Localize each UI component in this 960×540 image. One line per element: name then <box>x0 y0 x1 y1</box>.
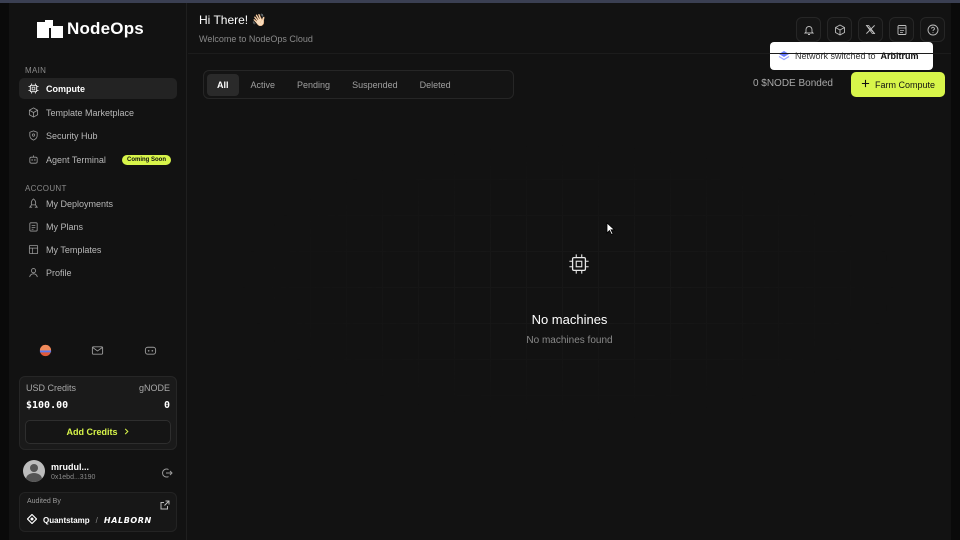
background-grid <box>238 143 898 423</box>
sidebar-item-my-deployments[interactable]: My Deployments <box>19 193 177 214</box>
logo[interactable]: NodeOps <box>37 19 144 39</box>
halborn-brand: HALBORN <box>103 515 152 525</box>
gnode-label: gNODE <box>138 383 170 393</box>
docs-icon[interactable] <box>889 17 914 42</box>
sidebar-item-label: Security Hub <box>46 130 98 141</box>
discord-icon[interactable] <box>144 343 158 357</box>
add-credits-button[interactable]: Add Credits <box>25 420 171 444</box>
sidebar-item-label: Agent Terminal <box>46 154 106 165</box>
page-subtitle: Welcome to NodeOps Cloud <box>199 34 313 44</box>
chip-icon <box>28 83 39 94</box>
tab-pending[interactable]: Pending <box>287 74 340 96</box>
node-bonded-text: 0 $NODE Bonded <box>752 78 833 89</box>
audited-by-label: Audited By <box>27 498 61 505</box>
external-link-icon[interactable] <box>160 497 170 510</box>
logo-mark-icon <box>37 20 63 38</box>
empty-state-subtitle: No machines found <box>526 335 613 346</box>
clipboard-icon <box>28 221 39 232</box>
sidebar-item-compute[interactable]: Compute <box>19 78 177 99</box>
sidebar-item-profile[interactable]: Profile <box>19 262 177 283</box>
main-content: Hi There! 👋🏻 Welcome to NodeOps Cloud Ne… <box>188 3 951 540</box>
page-greeting: Hi There! 👋🏻 <box>199 13 267 27</box>
mouse-cursor-icon <box>606 222 616 236</box>
cube-icon <box>28 107 39 118</box>
main-section-label: MAIN <box>25 66 47 75</box>
sidebar-item-label: My Deployments <box>46 198 114 209</box>
mirror-icon[interactable] <box>38 343 52 357</box>
chevron-right-icon <box>123 427 130 437</box>
account-section-label: ACCOUNT <box>25 184 67 193</box>
sidebar-item-label: Profile <box>46 267 72 278</box>
plus-icon <box>861 79 870 90</box>
shield-icon <box>28 130 39 141</box>
add-credits-label: Add Credits <box>66 427 118 437</box>
sidebar-item-security-hub[interactable]: Security Hub <box>19 125 177 146</box>
network-toast: Network switched to Arbitrum <box>770 42 933 70</box>
coming-soon-badge: Coming Soon <box>122 154 171 165</box>
x-twitter-icon[interactable] <box>858 17 883 42</box>
sidebar-item-label: My Plans <box>46 221 84 232</box>
tab-all[interactable]: All <box>207 73 239 96</box>
sidebar-item-my-plans[interactable]: My Plans <box>19 216 177 237</box>
avatar <box>23 460 45 482</box>
usd-credits-label: USD Credits <box>26 383 77 393</box>
sidebar-item-template-marketplace[interactable]: Template Marketplace <box>19 102 177 123</box>
tab-deleted[interactable]: Deleted <box>410 74 461 96</box>
user-name: mrudul... <box>51 462 89 472</box>
sidebar-item-label: My Templates <box>46 244 102 255</box>
user-icon <box>28 267 39 278</box>
empty-state-title: No machines <box>531 312 608 327</box>
header-divider <box>188 53 951 54</box>
status-tabs: All Active Pending Suspended Deleted <box>203 70 514 99</box>
sidebar-item-agent-terminal[interactable]: Agent Terminal Coming Soon <box>19 149 177 170</box>
farm-compute-label: Farm Compute <box>874 79 936 90</box>
wallet-address: 0x1ebd...3190 <box>51 474 96 481</box>
user-profile[interactable]: mrudul... 0x1ebd...3190 <box>23 460 173 484</box>
social-links <box>9 343 187 357</box>
sidebar-item-label: Compute <box>46 83 85 94</box>
bell-icon[interactable] <box>796 17 821 42</box>
header-actions <box>796 17 945 42</box>
logout-icon[interactable] <box>161 466 173 478</box>
audit-card: Audited By Quantstamp / HALBORN <box>19 492 177 532</box>
app-frame: NodeOps MAIN Compute Template Marketplac… <box>9 3 951 540</box>
usd-credits-value: $100.00 <box>26 400 69 411</box>
rocket-icon <box>28 198 39 209</box>
sidebar-item-label: Template Marketplace <box>46 107 135 118</box>
brand-separator: / <box>95 515 98 525</box>
quantstamp-brand: Quantstamp <box>43 515 90 525</box>
farm-compute-button[interactable]: Farm Compute <box>851 72 945 97</box>
box-icon[interactable] <box>827 17 852 42</box>
tab-suspended[interactable]: Suspended <box>342 74 408 96</box>
arbitrum-icon <box>778 49 790 63</box>
sidebar: NodeOps MAIN Compute Template Marketplac… <box>9 3 187 540</box>
sidebar-item-my-templates[interactable]: My Templates <box>19 239 177 260</box>
quantstamp-logo-icon <box>26 513 38 526</box>
template-icon <box>28 244 39 255</box>
help-icon[interactable] <box>920 17 945 42</box>
tab-active[interactable]: Active <box>241 74 286 96</box>
credits-card: USD Credits gNODE $100.00 0 Add Credits <box>19 376 177 450</box>
chip-icon <box>568 253 590 275</box>
logo-text: NodeOps <box>67 19 144 38</box>
robot-icon <box>28 154 39 165</box>
gnode-value: 0 <box>163 400 170 411</box>
mail-icon[interactable] <box>91 343 105 357</box>
